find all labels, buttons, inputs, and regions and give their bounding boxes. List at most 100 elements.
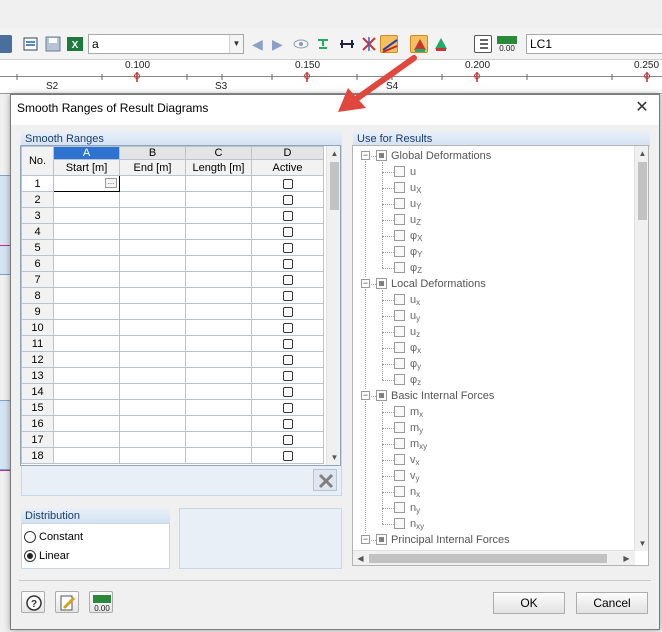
result-checkbox[interactable] xyxy=(394,166,405,177)
end-cell[interactable] xyxy=(119,447,186,464)
result-checkbox[interactable] xyxy=(394,262,405,273)
length-cell[interactable] xyxy=(185,175,252,192)
active-checkbox[interactable] xyxy=(282,306,293,317)
end-column-header[interactable]: End [m] xyxy=(119,159,186,176)
active-column-header[interactable]: Active xyxy=(251,159,324,176)
collapse-icon[interactable]: − xyxy=(361,279,370,288)
result-checkbox[interactable] xyxy=(394,246,405,257)
no-column-header[interactable]: No. xyxy=(21,146,54,176)
tree-result-item[interactable]: φY xyxy=(410,244,422,260)
tree-result-item[interactable]: u xyxy=(410,164,416,180)
save-icon[interactable] xyxy=(44,35,62,53)
scroll-thumb[interactable] xyxy=(330,162,339,210)
cross-icon[interactable] xyxy=(360,35,378,53)
row-number[interactable]: 3 xyxy=(21,207,54,224)
result-checkbox[interactable] xyxy=(394,214,405,225)
values-icon[interactable]: 0.00 xyxy=(496,35,518,53)
start-cell[interactable] xyxy=(53,191,120,208)
tree-result-item[interactable]: mxy xyxy=(410,436,427,452)
close-icon[interactable]: ✕ xyxy=(633,99,651,117)
result-checkbox[interactable] xyxy=(394,230,405,241)
result-checkbox[interactable] xyxy=(394,374,405,385)
row-number[interactable]: 1 xyxy=(21,175,54,192)
results-icon[interactable] xyxy=(410,35,428,53)
scroll-thumb[interactable] xyxy=(369,554,607,563)
tree-result-item[interactable]: ux xyxy=(410,292,420,308)
start-cell[interactable] xyxy=(53,447,120,464)
end-cell[interactable] xyxy=(119,399,186,416)
tree-horizontal-scrollbar[interactable]: ◀ ▶ xyxy=(353,550,635,565)
row-number[interactable]: 4 xyxy=(21,223,54,240)
active-checkbox[interactable] xyxy=(282,418,293,429)
active-checkbox[interactable] xyxy=(282,290,293,301)
end-cell[interactable] xyxy=(119,271,186,288)
column-letter-a[interactable]: A xyxy=(53,146,120,160)
results-2-icon[interactable] xyxy=(432,35,450,53)
end-cell[interactable] xyxy=(119,207,186,224)
result-checkbox[interactable] xyxy=(394,294,405,305)
scroll-up-icon[interactable]: ▲ xyxy=(327,146,340,161)
column-letter-b[interactable]: B xyxy=(119,146,186,160)
tree-result-item[interactable]: uZ xyxy=(410,212,421,228)
result-checkbox[interactable] xyxy=(394,310,405,321)
active-checkbox[interactable] xyxy=(282,402,293,413)
linear-radio[interactable] xyxy=(24,550,36,562)
start-cell[interactable] xyxy=(53,271,120,288)
start-cell[interactable] xyxy=(53,255,120,272)
table-icon[interactable] xyxy=(474,35,492,53)
end-cell[interactable] xyxy=(119,303,186,320)
cancel-button[interactable]: Cancel xyxy=(576,592,648,614)
row-number[interactable]: 16 xyxy=(21,415,54,432)
row-number[interactable]: 8 xyxy=(21,287,54,304)
end-cell[interactable] xyxy=(119,175,186,192)
active-checkbox[interactable] xyxy=(282,354,293,365)
result-checkbox[interactable] xyxy=(394,438,405,449)
result-checkbox[interactable] xyxy=(394,518,405,529)
start-cell[interactable] xyxy=(53,399,120,416)
tree-result-item[interactable]: φz xyxy=(410,372,421,388)
tree-result-item[interactable]: φX xyxy=(410,228,422,244)
column-letter-d[interactable]: D xyxy=(251,146,324,160)
length-cell[interactable] xyxy=(185,303,252,320)
end-cell[interactable] xyxy=(119,319,186,336)
result-checkbox[interactable] xyxy=(394,502,405,513)
scroll-left-icon[interactable]: ◀ xyxy=(353,551,368,565)
start-cell[interactable] xyxy=(53,319,120,336)
row-number[interactable]: 18 xyxy=(21,447,54,464)
group-checkbox[interactable] xyxy=(376,534,387,545)
constant-radio[interactable] xyxy=(24,531,36,543)
delete-row-button[interactable] xyxy=(313,469,337,491)
tool-icon[interactable] xyxy=(0,35,12,53)
active-checkbox[interactable] xyxy=(282,450,293,461)
row-number[interactable]: 13 xyxy=(21,367,54,384)
active-checkbox[interactable] xyxy=(282,178,293,189)
length-cell[interactable] xyxy=(185,431,252,448)
group-checkbox[interactable] xyxy=(376,150,387,161)
cell-select-icon[interactable]: … xyxy=(105,178,117,188)
result-checkbox[interactable] xyxy=(394,406,405,417)
start-cell[interactable] xyxy=(53,335,120,352)
active-checkbox[interactable] xyxy=(282,274,293,285)
previous-icon[interactable]: ◀ xyxy=(252,35,270,53)
tree-result-item[interactable]: nxy xyxy=(410,516,424,532)
start-cell[interactable] xyxy=(53,223,120,240)
result-checkbox[interactable] xyxy=(394,182,405,193)
active-checkbox[interactable] xyxy=(282,258,293,269)
start-cell[interactable] xyxy=(53,415,120,432)
tree-result-item[interactable]: mx xyxy=(410,404,423,420)
length-cell[interactable] xyxy=(185,223,252,240)
excel-icon[interactable]: X xyxy=(66,35,84,53)
active-checkbox[interactable] xyxy=(282,242,293,253)
start-cell[interactable] xyxy=(53,303,120,320)
scroll-down-icon[interactable]: ▼ xyxy=(327,450,340,465)
collapse-icon[interactable]: − xyxy=(361,151,370,160)
length-cell[interactable] xyxy=(185,335,252,352)
tree-result-item[interactable]: vy xyxy=(410,468,420,484)
start-cell[interactable] xyxy=(53,351,120,368)
length-cell[interactable] xyxy=(185,447,252,464)
tree-result-item[interactable]: uY xyxy=(410,196,421,212)
active-checkbox[interactable] xyxy=(282,322,293,333)
tree-group-label[interactable]: Local Deformations xyxy=(391,276,486,292)
length-cell[interactable] xyxy=(185,383,252,400)
result-checkbox[interactable] xyxy=(394,342,405,353)
